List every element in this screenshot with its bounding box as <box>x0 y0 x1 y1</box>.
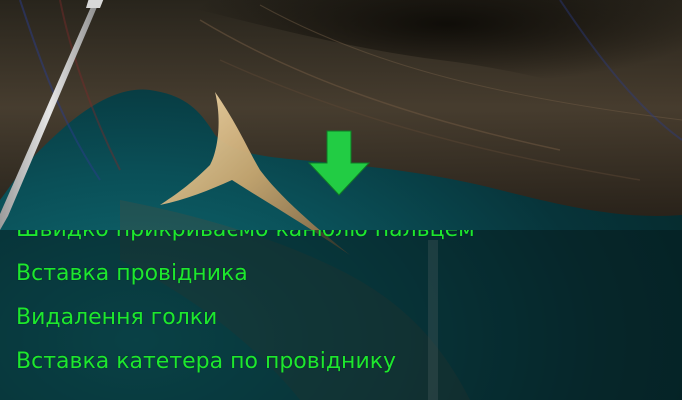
step-insert-guidewire[interactable]: Вставка провідника <box>16 252 475 296</box>
step-cover-cannula[interactable]: Швидко прикриваємо канюлю пальцем <box>16 230 475 252</box>
procedure-steps-list: Швидко прикриваємо канюлю пальцем Вставк… <box>16 230 475 384</box>
step-remove-needle[interactable]: Видалення голки <box>16 296 475 340</box>
down-arrow-icon <box>307 130 371 196</box>
anatomy-3d-viewport[interactable]: Швидко прикриваємо канюлю пальцем Вставк… <box>0 0 682 400</box>
step-insert-catheter[interactable]: Вставка катетера по провіднику <box>16 340 475 384</box>
procedure-steps-panel: Швидко прикриваємо канюлю пальцем Вставк… <box>0 230 682 400</box>
